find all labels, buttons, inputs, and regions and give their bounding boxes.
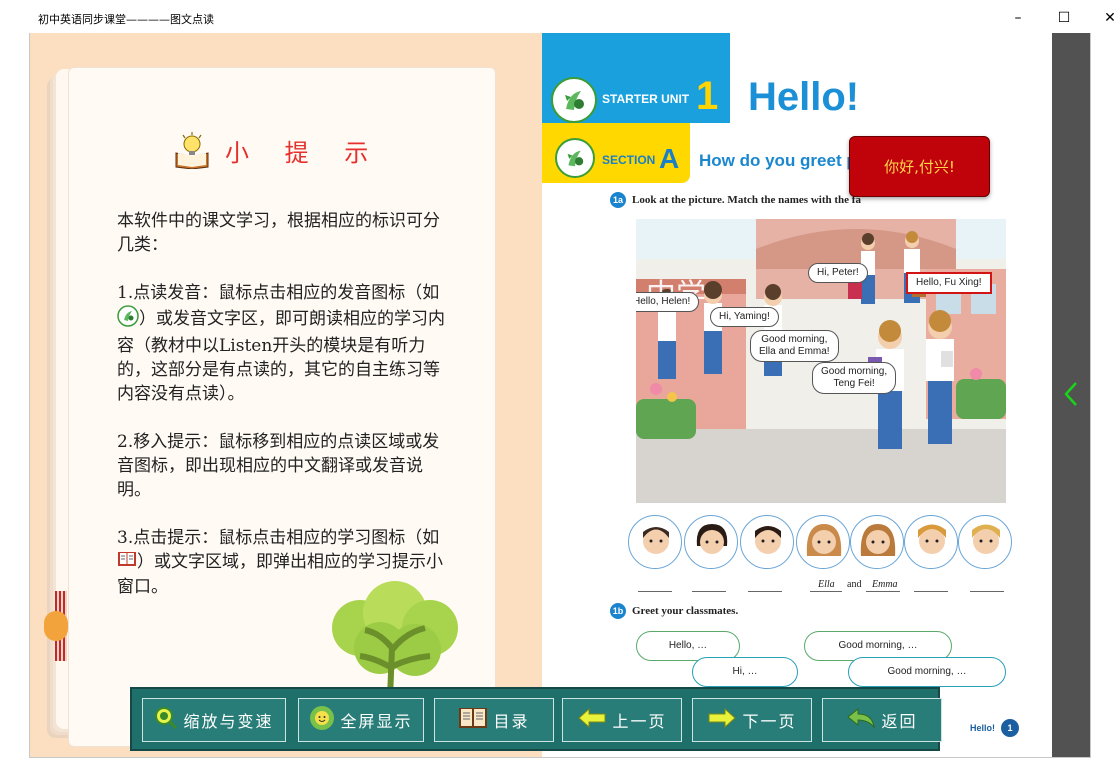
face-girl-3[interactable] xyxy=(850,515,904,569)
tips-item-2: 2.移入提示：鼠标移到相应的点读区域或发音图标，即出现相应的中文翻译或发音说明。 xyxy=(117,432,440,500)
unit-number: 1 xyxy=(696,74,719,118)
next-page-label: 下一页 xyxy=(742,712,797,731)
bubble-hi-yaming[interactable]: Hi, Yaming! xyxy=(710,307,779,327)
step-1b-badge: 1b xyxy=(610,603,626,619)
tips-item-3-text-a: 3.点击提示：鼠标点击相应的学习图标（如 xyxy=(117,528,440,548)
back-label: 返回 xyxy=(881,712,918,731)
unit-title[interactable]: Hello! xyxy=(748,75,859,120)
open-book-icon xyxy=(458,706,488,734)
back-button[interactable]: 返回 xyxy=(822,698,942,742)
tips-intro: 本软件中的课文学习，根据相应的标识可分几类： xyxy=(117,211,440,255)
chevron-left-icon[interactable] xyxy=(1060,376,1082,412)
tips-title: 小 提 示 xyxy=(225,138,383,167)
zoom-speed-button[interactable]: 缩放与变速 xyxy=(142,698,286,742)
step-1b[interactable]: 1b Greet your classmates. xyxy=(610,603,738,619)
bubble-good-morning-ella-line2: Ella and Emma! xyxy=(759,346,830,357)
answer-blank xyxy=(866,591,900,592)
magnifier-icon xyxy=(154,706,178,734)
page-footer: Hello! 1 xyxy=(970,719,1020,737)
greeting-scene: 中学 Hi, Peter! Hello, Fu Xing! Hello, Hel… xyxy=(636,219,1006,503)
answer-ella: Ella xyxy=(818,579,835,590)
answer-blank xyxy=(810,591,842,592)
tips-body: 本软件中的课文学习，根据相应的标识可分几类： 1.点读发音：鼠标点击相应的发音图… xyxy=(117,209,447,623)
bubble-hello-fuxing[interactable]: Hello, Fu Xing! xyxy=(906,272,992,294)
greet-bubble-good-morning-2[interactable]: Good morning, … xyxy=(848,657,1006,687)
step-1b-text: Greet your classmates. xyxy=(632,605,739,617)
answer-blank xyxy=(970,591,1004,592)
prev-page-button[interactable]: 上一页 xyxy=(562,698,682,742)
bubble-good-morning-teng[interactable]: Good morning, Teng Fei! xyxy=(812,362,897,394)
tips-header: 小 提 示 xyxy=(173,131,383,170)
bubble-good-morning-teng-line2: Teng Fei! xyxy=(833,378,875,389)
step-1a-text: Look at the picture. Match the names wit… xyxy=(632,194,861,206)
side-panel xyxy=(1052,33,1090,757)
fullscreen-label: 全屏显示 xyxy=(340,712,413,731)
faces-row xyxy=(628,515,1014,569)
toc-label: 目录 xyxy=(493,712,530,731)
tips-item-1-text-b: ）或发音文字区，即可朗读相应的学习内容（教材中以Listen开头的模块是有听力的… xyxy=(117,309,445,404)
minimize-button[interactable]: – xyxy=(995,2,1041,33)
answer-emma: Emma xyxy=(872,579,898,590)
bubble-hi-peter[interactable]: Hi, Peter! xyxy=(808,263,868,283)
unit-audio-icon[interactable] xyxy=(551,77,597,123)
lightbulb-book-icon xyxy=(173,131,211,170)
page-number: 1 xyxy=(1001,719,1020,737)
face-boy-2[interactable] xyxy=(740,515,794,569)
fullscreen-button[interactable]: 全屏显示 xyxy=(298,698,424,742)
section-letter: A xyxy=(659,143,680,174)
speaker-sprout-icon xyxy=(117,305,139,334)
toc-button[interactable]: 目录 xyxy=(434,698,554,742)
bookmark-knot xyxy=(44,611,68,641)
smiley-flower-icon xyxy=(309,705,335,735)
answer-row: Ella and Emma xyxy=(638,579,1008,595)
bubble-good-morning-teng-line1: Good morning, xyxy=(821,366,888,377)
bottom-toolbar: 缩放与变速 全屏显示 目录 上一页 下一页 返回 xyxy=(130,687,942,751)
translation-tooltip: 你好,付兴! xyxy=(849,136,990,197)
answer-blank xyxy=(692,591,726,592)
tips-item-1: 1.点读发音：鼠标点击相应的发音图标（如 ）或发音文字区，即可朗读相应的学习内容（… xyxy=(117,281,447,406)
open-book-icon xyxy=(117,550,137,575)
arrow-right-icon xyxy=(707,707,737,733)
face-boy-3[interactable] xyxy=(904,515,958,569)
unit-label: STARTER UNIT xyxy=(602,92,690,106)
bubble-good-morning-ella[interactable]: Good morning, Ella and Emma! xyxy=(750,330,839,362)
face-girl-2[interactable] xyxy=(796,515,850,569)
maximize-button[interactable]: ☐ xyxy=(1041,2,1087,33)
return-arrow-icon xyxy=(846,707,876,733)
step-1a[interactable]: 1a Look at the picture. Match the names … xyxy=(610,192,861,208)
zoom-speed-label: 缩放与变速 xyxy=(183,712,274,731)
bubble-good-morning-ella-line1: Good morning, xyxy=(761,334,828,345)
prev-page-label: 上一页 xyxy=(612,712,667,731)
step-1a-badge: 1a xyxy=(610,192,626,208)
greet-bubble-hi[interactable]: Hi, … xyxy=(692,657,798,687)
tree-illustration xyxy=(332,581,458,698)
tips-item-1-text-a: 1.点读发音：鼠标点击相应的发音图标（如 xyxy=(117,283,440,303)
answer-and: and xyxy=(847,579,862,590)
arrow-left-icon xyxy=(577,707,607,733)
section-audio-icon[interactable] xyxy=(555,138,595,178)
face-boy-4[interactable] xyxy=(958,515,1012,569)
footer-title: Hello! xyxy=(970,723,996,733)
section-label: SECTION xyxy=(602,153,656,167)
window-title: 初中英语同步课堂————图文点读 xyxy=(38,13,214,26)
bubble-hello-helen[interactable]: Hello, Helen! xyxy=(636,292,700,312)
face-girl-1[interactable] xyxy=(684,515,738,569)
tips-page: 小 提 示 本软件中的课文学习，根据相应的标识可分几类： 1.点读发音：鼠标点击… xyxy=(30,33,542,757)
answer-blank xyxy=(638,591,672,592)
next-page-button[interactable]: 下一页 xyxy=(692,698,812,742)
answer-blank xyxy=(914,591,948,592)
close-button[interactable]: ✕ xyxy=(1087,2,1120,33)
answer-blank xyxy=(748,591,782,592)
face-boy-1[interactable] xyxy=(628,515,682,569)
title-bar[interactable]: 初中英语同步课堂————图文点读 – ☐ ✕ xyxy=(29,2,1116,33)
